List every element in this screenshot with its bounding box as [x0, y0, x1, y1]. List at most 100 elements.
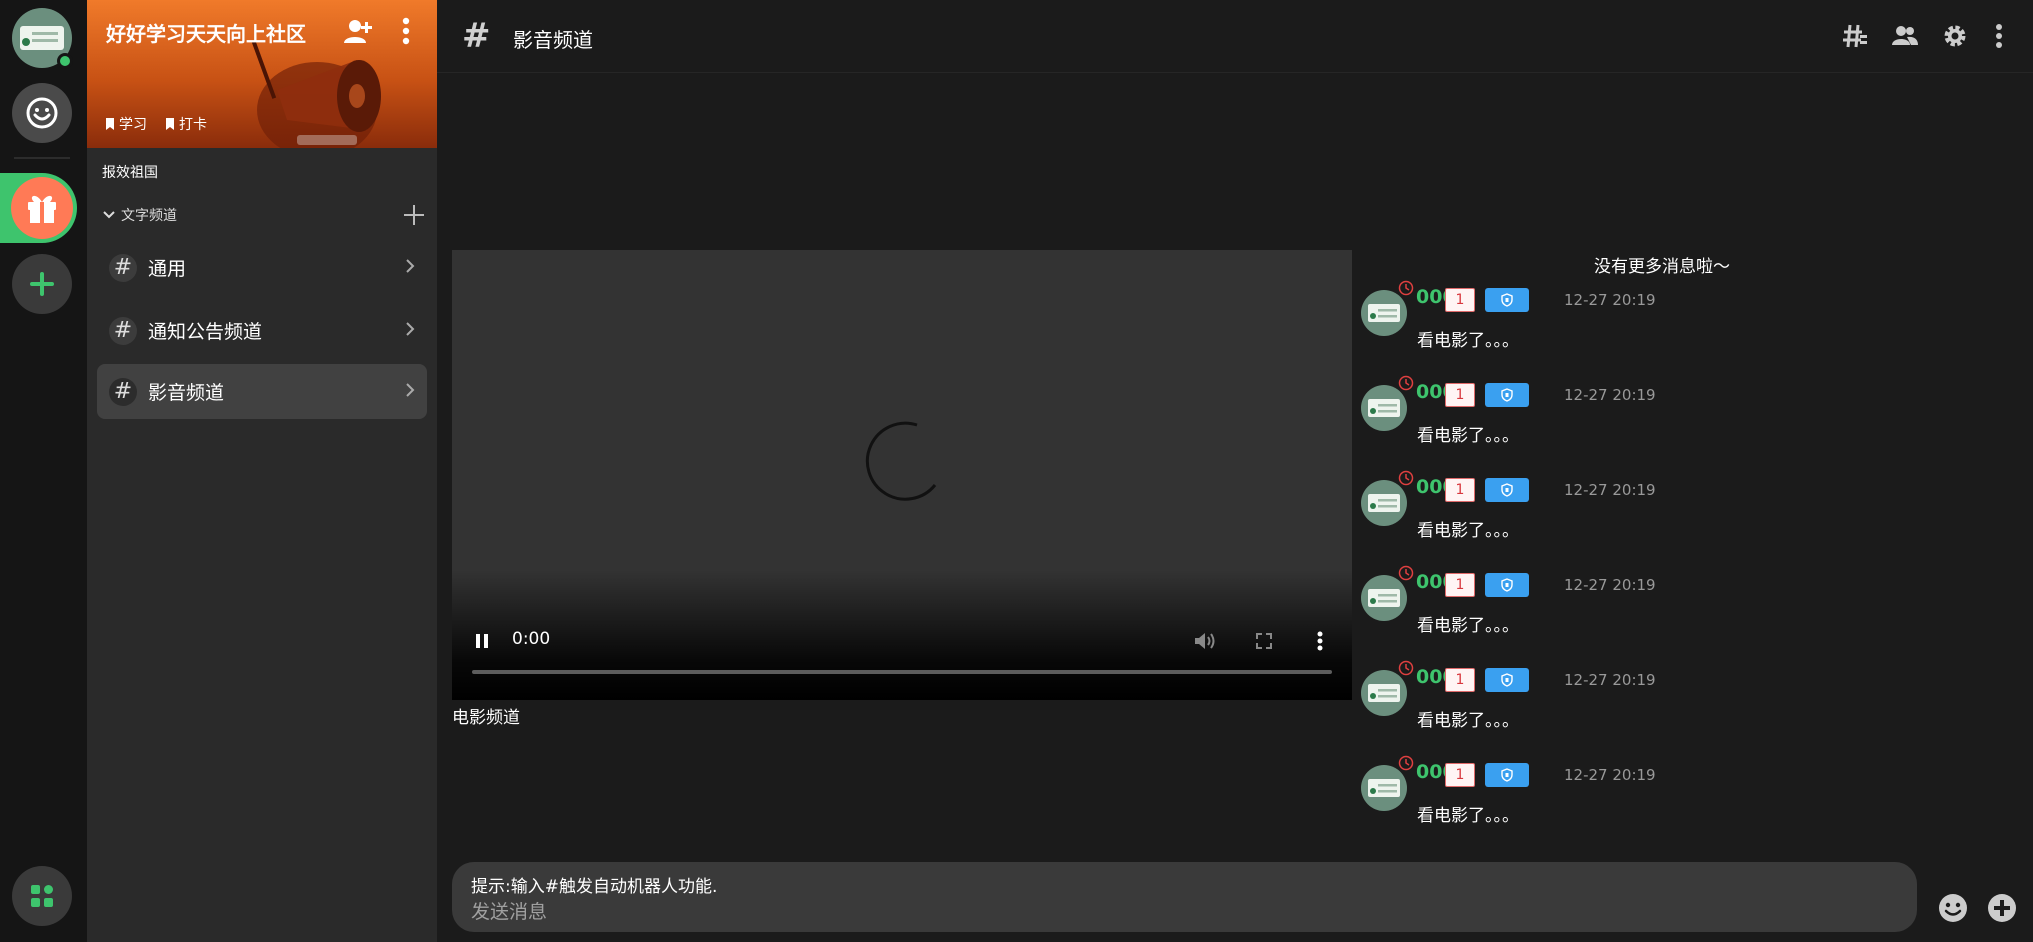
hash-list-icon [1843, 24, 1867, 48]
clock-icon [1398, 280, 1414, 296]
server-tag: 打卡 [165, 114, 207, 134]
message-text: 看电影了。。。 [1417, 331, 1519, 351]
volume-icon [1195, 633, 1215, 649]
add-channel-button[interactable] [402, 203, 426, 227]
pause-button[interactable] [474, 632, 490, 650]
avatar-icon [1368, 589, 1400, 607]
avatar-icon [1368, 684, 1400, 702]
plus-icon [404, 205, 424, 225]
channel-category-header[interactable]: 文字频道 [101, 203, 426, 227]
server-tag: 学习 [105, 114, 147, 134]
fullscreen-button[interactable] [1255, 632, 1273, 650]
server-name: 好好学习天天向上社区 [106, 22, 306, 46]
invite-member-button[interactable] [341, 14, 375, 48]
hash-icon: # [462, 16, 491, 56]
mute-button[interactable] [1193, 630, 1217, 652]
server-menu-button[interactable] [389, 14, 423, 48]
channel-list-button[interactable] [1839, 20, 1871, 52]
emoji-button[interactable] [1937, 892, 1969, 924]
more-vertical-icon [1317, 631, 1323, 651]
add-attachment-button[interactable] [1986, 892, 2018, 924]
hash-icon: # [109, 253, 137, 282]
channel-sidebar: 好好学习天天向上社区 学习 打卡 报效祖国 文字频道 # 通用 # 通知公告频道… [87, 0, 437, 942]
role-badge [1485, 668, 1529, 692]
message-timestamp: 12-27 20:19 [1564, 481, 1656, 499]
message-timestamp: 12-27 20:19 [1564, 766, 1656, 784]
level-badge: 1 [1445, 288, 1475, 312]
video-time: 0:00 [512, 629, 551, 649]
message-timestamp: 12-27 20:19 [1564, 576, 1656, 594]
plus-icon [30, 272, 54, 296]
channel-item-media[interactable]: # 影音频道 [97, 364, 427, 419]
loading-spinner-icon [865, 421, 937, 501]
message-item: 0001 1 12-27 20:19 看电影了。。。 [1361, 470, 1821, 555]
server-gift-avatar [11, 177, 73, 239]
bookmark-icon [166, 118, 174, 130]
gift-icon [28, 195, 56, 223]
level-badge: 1 [1445, 478, 1475, 502]
level-badge: 1 [1445, 383, 1475, 407]
gear-icon [1944, 25, 1966, 47]
message-item: 0001 1 12-27 20:19 看电影了。。。 [1361, 375, 1821, 460]
apps-button[interactable] [12, 866, 72, 926]
message-text: 看电影了。。。 [1417, 616, 1519, 636]
member-list-button[interactable] [1889, 20, 1921, 52]
channel-label: 通用 [148, 258, 187, 280]
smile-icon [26, 97, 58, 129]
level-badge: 1 [1445, 763, 1475, 787]
message-avatar[interactable] [1361, 385, 1407, 431]
server-item-selected[interactable] [0, 173, 77, 243]
hash-icon: # [109, 377, 137, 406]
clock-icon [1398, 660, 1414, 676]
chevron-right-icon [406, 259, 415, 273]
message-avatar[interactable] [1361, 480, 1407, 526]
channel-item-announcements[interactable]: # 通知公告频道 [97, 303, 427, 358]
settings-button[interactable] [1939, 20, 1971, 52]
channel-label: 影音频道 [148, 382, 225, 404]
server-tag-label: 学习 [119, 117, 147, 133]
channel-header: # 影音频道 [437, 0, 2033, 73]
add-user-icon [344, 20, 372, 43]
chevron-down-icon [103, 211, 115, 219]
channel-item-general[interactable]: # 通用 [97, 240, 427, 295]
server-description: 报效祖国 [102, 165, 158, 181]
video-more-button[interactable] [1316, 630, 1324, 652]
direct-messages-button[interactable] [12, 83, 72, 143]
add-server-button[interactable] [12, 254, 72, 314]
video-caption: 电影频道 [452, 708, 520, 728]
message-timestamp: 12-27 20:19 [1564, 671, 1656, 689]
apps-grid-icon [31, 885, 53, 907]
video-player[interactable]: 0:00 [452, 250, 1352, 700]
message-input[interactable] [471, 898, 1891, 926]
more-options-button[interactable] [1983, 20, 2015, 52]
shield-icon [1501, 768, 1513, 782]
message-avatar[interactable] [1361, 575, 1407, 621]
message-avatar[interactable] [1361, 290, 1407, 336]
message-item: 0001 1 12-27 20:19 看电影了。。。 [1361, 565, 1821, 650]
fullscreen-icon [1256, 633, 1272, 649]
video-progress-bar[interactable] [472, 670, 1332, 674]
more-vertical-icon [402, 17, 410, 45]
plus-circle-icon [1988, 894, 2016, 922]
message-avatar[interactable] [1361, 670, 1407, 716]
message-timestamp: 12-27 20:19 [1564, 291, 1656, 309]
main-panel: # 影音频道 0:00 电影频道 没有更多消息啦～ 0001 1 12-27 2… [437, 0, 2033, 942]
chevron-right-icon [406, 383, 415, 397]
message-text: 看电影了。。。 [1417, 806, 1519, 826]
category-label: 文字频道 [121, 208, 177, 224]
message-avatar[interactable] [1361, 765, 1407, 811]
shield-icon [1501, 483, 1513, 497]
level-badge: 1 [1445, 573, 1475, 597]
more-vertical-icon [1996, 24, 2002, 48]
chevron-right-icon [406, 322, 415, 336]
avatar-icon [1368, 494, 1400, 512]
emoji-icon [1939, 894, 1967, 922]
level-badge: 1 [1445, 668, 1475, 692]
message-composer: 提示:输入#触发自动机器人功能. [452, 862, 1917, 932]
shield-icon [1501, 673, 1513, 687]
pause-icon [476, 634, 488, 648]
clock-icon [1398, 470, 1414, 486]
channel-label: 通知公告频道 [148, 321, 263, 343]
hash-icon: # [109, 316, 137, 345]
message-item: 0001 1 12-27 20:19 看电影了。。。 [1361, 660, 1821, 745]
